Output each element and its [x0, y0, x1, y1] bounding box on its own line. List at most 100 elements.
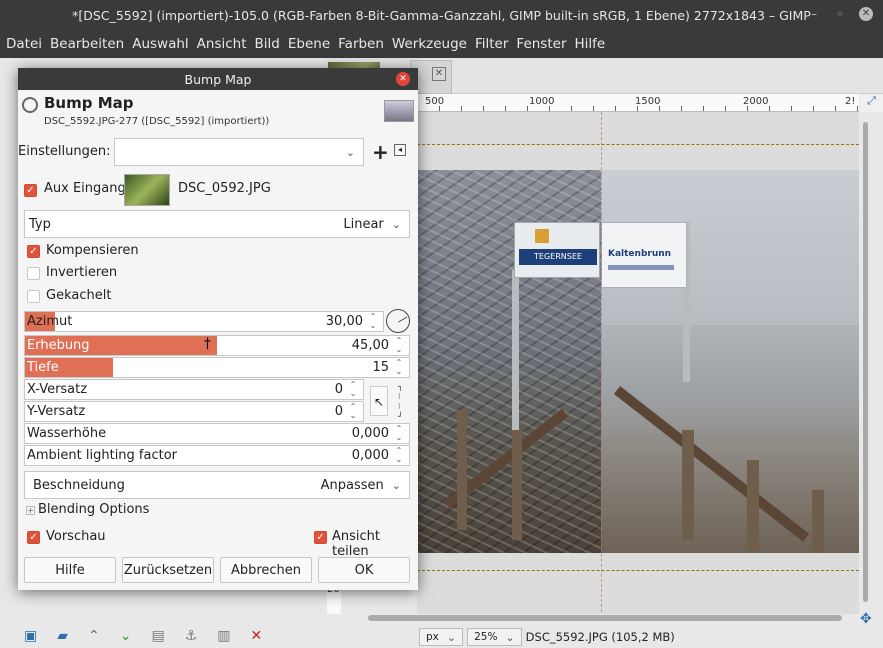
- dialog-header: Bump Map DSC_5592.JPG-277 ([DSC_5592] (i…: [18, 90, 418, 130]
- menu-bild[interactable]: Bild: [251, 36, 284, 52]
- cancel-button[interactable]: Abbrechen: [220, 557, 312, 583]
- ambient-stepper-icon[interactable]: ⌃ ⌄: [393, 446, 405, 464]
- wasserhoehe-label: Wasserhöhe: [27, 426, 107, 441]
- menu-ebene[interactable]: Ebene: [284, 36, 334, 52]
- add-preset-icon[interactable]: +: [372, 140, 389, 164]
- preset-menu-icon[interactable]: ◂: [394, 144, 406, 156]
- menu-werkzeuge[interactable]: Werkzeuge: [388, 36, 471, 52]
- x-versatz-field[interactable]: X-Versatz 0 ⌃ ⌄: [24, 379, 364, 400]
- typ-combo[interactable]: Typ Linear ⌄: [24, 210, 410, 238]
- tab-close-icon[interactable]: ✕: [432, 67, 446, 81]
- ambient-field[interactable]: Ambient lighting factor 0,000 ⌃ ⌄: [24, 445, 410, 466]
- gekachelt-label: Gekachelt: [46, 288, 112, 303]
- navigate-icon[interactable]: ✥: [860, 612, 874, 626]
- horizontal-scrollbar[interactable]: [340, 614, 855, 622]
- reset-button[interactable]: Zurücksetzen: [122, 557, 214, 583]
- menu-ansicht[interactable]: Ansicht: [193, 36, 251, 52]
- menu-auswahl[interactable]: Auswahl: [128, 36, 192, 52]
- gekachelt-checkbox[interactable]: [27, 290, 40, 303]
- x-versatz-value: 0: [334, 382, 343, 397]
- kompensieren-checkbox[interactable]: ✓: [27, 245, 40, 258]
- status-file: DSC_5592.JPG (105,2 MB): [525, 630, 675, 644]
- azimut-slider[interactable]: Azimut 30,00 ⌃ ⌄: [24, 311, 384, 332]
- menu-farben[interactable]: Farben: [334, 36, 388, 52]
- beschneidung-label: Beschneidung: [33, 477, 125, 493]
- blending-options-expander[interactable]: Blending Options: [38, 502, 149, 517]
- invertieren-label: Invertieren: [46, 265, 118, 280]
- sign-tegernsee: TEGERNSEE: [514, 222, 600, 278]
- typ-value: Linear: [343, 216, 384, 232]
- x-versatz-stepper-icon[interactable]: ⌃ ⌄: [347, 380, 359, 398]
- y-versatz-field[interactable]: Y-Versatz 0 ⌃ ⌄: [24, 401, 364, 422]
- layer-thumbnail: [384, 100, 414, 122]
- filter-source: DSC_5592.JPG-277 ([DSC_5592] (importiert…: [44, 116, 270, 127]
- help-button[interactable]: Hilfe: [24, 557, 116, 583]
- delete-layer-icon[interactable]: ✕: [251, 628, 263, 644]
- ansicht-teilen-checkbox[interactable]: ✓: [314, 531, 327, 544]
- close-icon[interactable]: ✕: [859, 7, 873, 21]
- duplicate-layer-icon[interactable]: ▤: [151, 628, 164, 644]
- tiefe-stepper-icon[interactable]: ⌃ ⌄: [393, 358, 405, 376]
- y-versatz-label: Y-Versatz: [27, 404, 86, 419]
- beschneidung-combo[interactable]: Beschneidung Anpassen ⌄: [24, 471, 410, 499]
- window-titlebar: *[DSC_5592] (importiert)-105.0 (RGB-Farb…: [0, 0, 883, 30]
- aux-checkbox[interactable]: ✓: [24, 184, 37, 197]
- raise-layer-icon[interactable]: ⌃: [88, 628, 100, 644]
- azimut-stepper-icon[interactable]: ⌃ ⌄: [367, 312, 379, 330]
- dialog-titlebar[interactable]: Bump Map ✕: [18, 68, 418, 90]
- image-preview[interactable]: TEGERNSEE Kaltenbrunn: [417, 170, 859, 553]
- guide-line: [417, 570, 859, 571]
- new-group-icon[interactable]: ▰: [57, 628, 68, 644]
- presets-combo[interactable]: ⌄: [114, 138, 364, 166]
- azimut-label: Azimut: [27, 314, 73, 329]
- vorschau-checkbox[interactable]: ✓: [27, 531, 40, 544]
- azimut-dial-icon[interactable]: [386, 309, 410, 333]
- pick-coordinates-icon[interactable]: ↖: [370, 386, 388, 416]
- cursor-icon: †: [204, 336, 211, 352]
- ruler-top: 500 1000 1500 2000 2!: [417, 94, 859, 112]
- tiefe-slider[interactable]: Tiefe 15 ⌃ ⌄: [24, 357, 410, 378]
- menu-filter[interactable]: Filter: [471, 36, 512, 52]
- vorschau-label: Vorschau: [46, 529, 106, 544]
- wasserhoehe-field[interactable]: Wasserhöhe 0,000 ⌃ ⌄: [24, 423, 410, 444]
- unit-select[interactable]: px ⌄: [419, 628, 464, 646]
- wasserhoehe-stepper-icon[interactable]: ⌃ ⌄: [393, 424, 405, 442]
- gegl-icon: [22, 97, 38, 113]
- new-layer-icon[interactable]: ▣: [24, 628, 37, 644]
- presets-row: Einstellungen: ⌄ + ◂: [18, 138, 418, 168]
- ok-button[interactable]: OK: [318, 557, 410, 583]
- ambient-label: Ambient lighting factor: [27, 448, 178, 463]
- vertical-scrollbar[interactable]: [862, 112, 870, 612]
- split-view-line: [601, 112, 602, 612]
- mask-layer-icon[interactable]: ▥: [217, 628, 230, 644]
- zoom-corner-icon[interactable]: ⤢: [860, 94, 883, 112]
- wasserhoehe-value: 0,000: [351, 426, 389, 441]
- aux-thumbnail[interactable]: [124, 174, 170, 206]
- menu-bearbeiten[interactable]: Bearbeiten: [46, 36, 128, 52]
- invertieren-checkbox[interactable]: [27, 267, 40, 280]
- menu-hilfe[interactable]: Hilfe: [571, 36, 610, 52]
- y-versatz-stepper-icon[interactable]: ⌃ ⌄: [347, 402, 359, 420]
- erhebung-value: 45,00: [351, 338, 389, 353]
- kompensieren-label: Kompensieren: [46, 243, 139, 258]
- guide-line: [417, 144, 859, 145]
- dialog-close-icon[interactable]: ✕: [396, 72, 410, 86]
- x-versatz-label: X-Versatz: [27, 382, 88, 397]
- menu-datei[interactable]: Datei: [2, 36, 46, 52]
- aux-row: ✓ Aux Eingang DSC_0592.JPG: [18, 172, 418, 208]
- beschneidung-value: Anpassen: [320, 477, 384, 493]
- erhebung-slider[interactable]: Erhebung 45,00 ⌃ ⌄: [24, 335, 410, 356]
- minimize-icon[interactable]: –: [807, 7, 821, 21]
- layers-toolbar: ▣ ▰ ⌃ ⌄ ▤ ⚓ ▥ ✕: [0, 624, 325, 648]
- chain-link-icon[interactable]: ┐ ⁝ ⁝ ┘: [398, 382, 406, 422]
- anchor-layer-icon[interactable]: ⚓: [185, 628, 198, 644]
- lower-layer-icon[interactable]: ⌄: [120, 628, 132, 644]
- zoom-select[interactable]: 25% ⌄: [467, 628, 522, 646]
- typ-label: Typ: [29, 216, 51, 232]
- erhebung-stepper-icon[interactable]: ⌃ ⌄: [393, 336, 405, 354]
- menu-fenster[interactable]: Fenster: [512, 36, 570, 52]
- expand-icon[interactable]: +: [26, 506, 35, 515]
- maximize-icon[interactable]: ◦: [833, 7, 847, 21]
- menubar: Datei Bearbeiten Auswahl Ansicht Bild Eb…: [0, 30, 883, 58]
- statusbar: px ⌄ 25% ⌄ DSC_5592.JPG (105,2 MB): [325, 626, 883, 648]
